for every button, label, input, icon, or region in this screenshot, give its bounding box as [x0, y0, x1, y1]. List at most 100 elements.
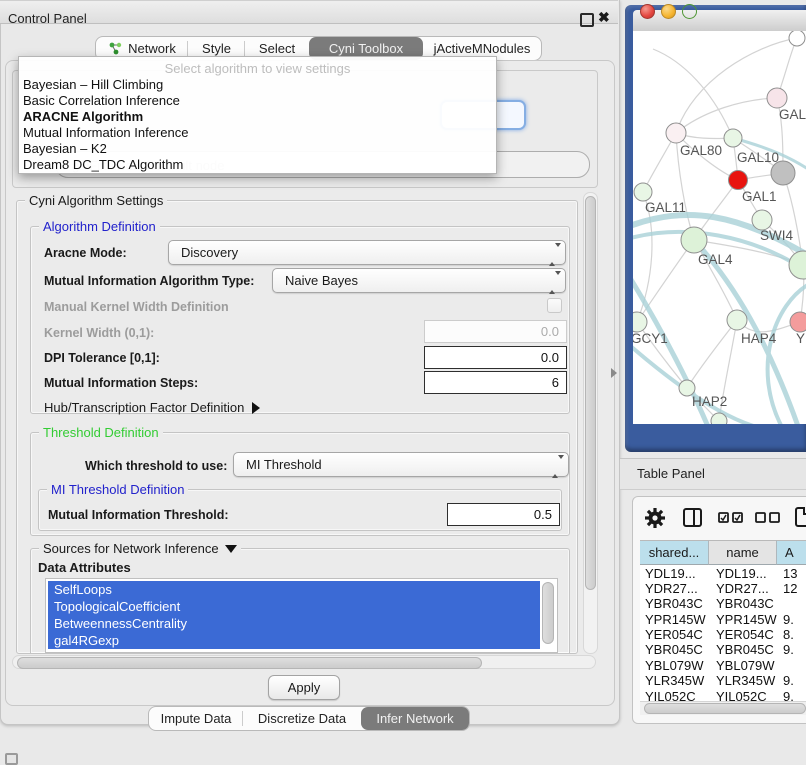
attribute-item-selected[interactable]: TopologicalCoefficient [48, 598, 540, 615]
select-all-columns-icon[interactable] [718, 512, 743, 523]
algorithm-option[interactable]: Basic Correlation Inference [23, 93, 180, 109]
table-hscroll-thumb[interactable] [644, 703, 806, 714]
settings-vscroll-thumb[interactable] [585, 196, 596, 590]
column-header-label: shared... [649, 545, 700, 560]
cell[interactable]: YER054C [645, 627, 703, 642]
cell[interactable]: YBL079W [645, 658, 704, 673]
tab-discretize-data[interactable]: Discretize Data [243, 707, 361, 730]
cell[interactable]: YDR27... [645, 581, 698, 596]
node-selected-red[interactable] [729, 171, 748, 190]
manual-kernel-width-checkbox[interactable] [547, 298, 562, 313]
node-gal11[interactable] [634, 183, 652, 201]
algorithm-dropdown-placeholder: Select algorithm to view settings [19, 61, 496, 76]
column-header-name[interactable]: name [709, 540, 777, 565]
cell[interactable]: YBL079W [716, 658, 775, 673]
node-gal1[interactable] [752, 210, 772, 230]
cell[interactable]: 9. [783, 642, 794, 657]
node[interactable] [711, 413, 727, 424]
cell[interactable]: YDR27... [716, 581, 769, 596]
float-window-icon[interactable] [580, 13, 594, 27]
hub-tf-definition-toggle[interactable]: Hub/Transcription Factor Definition [44, 400, 260, 415]
maximize-traffic-light-icon[interactable] [682, 4, 697, 19]
node-swi4[interactable] [789, 251, 806, 279]
close-traffic-light-icon[interactable] [640, 4, 655, 19]
network-window-titlebar[interactable] [633, 10, 806, 32]
splitter-arrow-icon[interactable] [611, 368, 617, 378]
tab-infer-network[interactable]: Infer Network [361, 707, 469, 730]
cell[interactable]: 9. [783, 689, 794, 701]
node-y[interactable] [790, 312, 806, 332]
collapsed-arrow-icon [252, 402, 260, 414]
node-label: HAP2 [692, 394, 727, 409]
close-icon[interactable]: ✖ [598, 9, 610, 26]
dpi-tolerance-input[interactable]: 0.0 [424, 346, 567, 369]
which-threshold-combo[interactable]: MI Threshold [233, 452, 569, 477]
table-body[interactable]: YDL19... YDL19... 13 YDR27... YDR27... 1… [640, 565, 806, 701]
tab-infer-network-label: Infer Network [376, 711, 453, 726]
cell[interactable]: YDL19... [716, 566, 767, 581]
cell[interactable]: 12 [783, 581, 797, 596]
node-gcy1[interactable] [633, 312, 647, 332]
settings-hscroll-thumb[interactable] [17, 657, 482, 669]
gear-icon[interactable] [644, 507, 666, 534]
network-canvas[interactable]: GAL GAL80 GAL10 GAL1 GAL11 SWI4 GAL4 GCY… [633, 31, 806, 424]
minimize-traffic-light-icon[interactable] [661, 4, 676, 19]
mi-threshold-input[interactable]: 0.5 [447, 503, 560, 526]
cell[interactable]: YBR045C [645, 642, 703, 657]
cell[interactable]: YER054C [716, 627, 774, 642]
which-threshold-value: MI Threshold [246, 457, 322, 472]
attribute-item-selected[interactable]: BetweennessCentrality [48, 615, 540, 632]
tab-jactivemnodules-label: jActiveMNodules [434, 41, 531, 56]
tab-impute-data[interactable]: Impute Data [149, 707, 243, 730]
cell[interactable]: 9. [783, 673, 794, 688]
cell[interactable]: YIL052C [716, 689, 767, 701]
attribute-item-selected[interactable]: SelfLoops [48, 581, 540, 598]
cell[interactable]: YPR145W [716, 612, 777, 627]
cell[interactable]: YLR345W [645, 673, 704, 688]
document-icon[interactable] [795, 507, 806, 527]
cell[interactable]: 9. [783, 612, 794, 627]
cell[interactable]: 8. [783, 627, 794, 642]
node[interactable] [789, 31, 805, 46]
kernel-width-input[interactable]: 0.0 [424, 320, 567, 343]
sources-title: Sources for Network Inference [43, 541, 219, 556]
node-label: Y [796, 331, 805, 346]
cell[interactable]: YBR043C [645, 596, 703, 611]
algorithm-option[interactable]: Dream8 DC_TDC Algorithm [23, 157, 183, 173]
data-attributes-list[interactable]: SelfLoops TopologicalCoefficient Between… [45, 578, 558, 653]
column-header-clipped[interactable]: A [777, 540, 806, 565]
cell[interactable]: 13 [783, 566, 797, 581]
cell[interactable]: YLR345W [716, 673, 775, 688]
cell[interactable]: YIL052C [645, 689, 696, 701]
algorithm-option-selected[interactable]: ARACNE Algorithm [23, 109, 143, 125]
mi-algorithm-type-label: Mutual Information Algorithm Type: [44, 274, 254, 288]
algorithm-option[interactable]: Bayesian – K2 [23, 141, 107, 157]
columns-icon[interactable] [683, 508, 702, 527]
node-gal4[interactable] [681, 227, 707, 253]
node-gal80[interactable] [666, 123, 686, 143]
mi-algorithm-type-combo[interactable]: Naive Bayes [272, 268, 566, 293]
collapsed-panel-icon[interactable] [5, 753, 18, 765]
algorithm-option[interactable]: Bayesian – Hill Climbing [23, 77, 163, 93]
deselect-all-columns-icon[interactable] [755, 512, 780, 523]
node-gal[interactable] [767, 88, 787, 108]
control-panel-titlebar [0, 0, 618, 24]
algorithm-option[interactable]: Mutual Information Inference [23, 125, 188, 141]
dpi-tolerance-label: DPI Tolerance [0,1]: [44, 351, 160, 365]
cell[interactable]: YBR043C [716, 596, 774, 611]
attribute-item-selected[interactable]: gal4RGexp [48, 632, 540, 649]
mi-steps-input[interactable]: 6 [424, 371, 567, 394]
column-header-shared-name[interactable]: shared... [640, 540, 709, 565]
aracne-mode-combo[interactable]: Discovery [168, 240, 566, 265]
node-hap4[interactable] [727, 310, 747, 330]
node-gal10[interactable] [724, 129, 742, 147]
cell[interactable]: YBR045C [716, 642, 774, 657]
sources-toggle[interactable]: Sources for Network Inference [39, 541, 241, 556]
cell[interactable]: YPR145W [645, 612, 706, 627]
tab-network-label: Network [128, 41, 176, 56]
list-vertical-scrollbar[interactable] [542, 582, 554, 644]
hub-tf-definition-label: Hub/Transcription Factor Definition [44, 400, 244, 415]
cell[interactable]: YDL19... [645, 566, 696, 581]
cyni-algorithm-settings-title: Cyni Algorithm Settings [25, 193, 167, 208]
apply-button[interactable]: Apply [268, 675, 340, 700]
